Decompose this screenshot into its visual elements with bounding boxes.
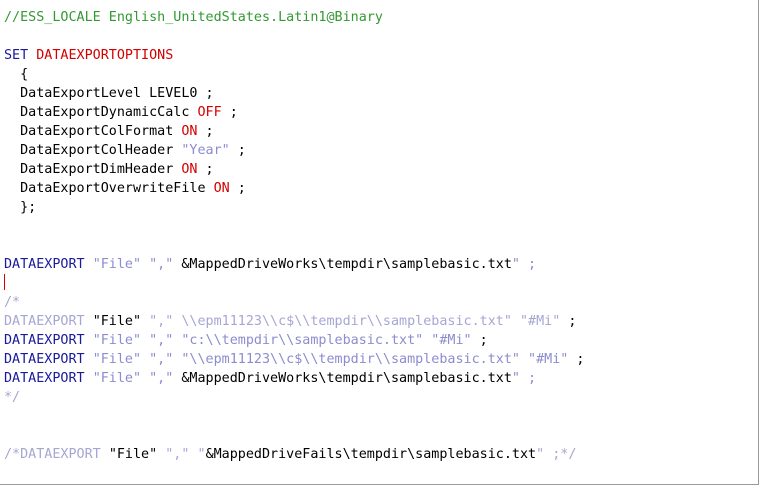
code-token: ; xyxy=(229,181,246,196)
code-token: ; xyxy=(197,162,214,177)
code-token: "File" "," "\\epm11123\\c$\\tempdir\\sam… xyxy=(92,352,569,367)
code-line[interactable]: //ESS_LOCALE English_UnitedStates.Latin1… xyxy=(4,8,758,27)
code-line[interactable]: DATAEXPORT "File" "," \\epm11123\\c$\\te… xyxy=(4,312,758,331)
code-token: ; xyxy=(560,314,577,329)
code-token: DataExportColHeader xyxy=(4,143,182,158)
code-token: }; xyxy=(4,200,37,215)
code-line[interactable]: DataExportLevel LEVEL0 ; xyxy=(4,84,758,103)
code-token: "," " xyxy=(157,447,206,462)
code-token: DataExportDimHeader xyxy=(4,162,182,177)
code-line[interactable]: DataExportColHeader "Year" ; xyxy=(4,141,758,160)
code-token: DataExportColFormat xyxy=(4,124,182,139)
code-token: DATAEXPORT xyxy=(4,371,93,386)
code-token: ; xyxy=(471,333,488,348)
code-line[interactable]: DataExportDimHeader ON ; xyxy=(4,160,758,179)
code-line[interactable]: DATAEXPORT "File" "," "\\epm11123\\c$\\t… xyxy=(4,350,758,369)
code-token: */ xyxy=(4,390,21,405)
code-line[interactable]: DataExportDynamicCalc OFF ; xyxy=(4,103,758,122)
code-token: OFF xyxy=(197,105,222,120)
code-token: DataExportLevel LEVEL0 ; xyxy=(4,86,214,101)
code-line[interactable] xyxy=(4,426,758,445)
code-line[interactable]: DATAEXPORT "File" "," &MappedDriveWorks\… xyxy=(4,255,758,274)
code-line[interactable] xyxy=(4,217,758,236)
code-token: /*DATAEXPORT xyxy=(4,447,109,462)
code-token: /* xyxy=(4,295,21,310)
code-token: " ;*/ xyxy=(536,447,577,462)
code-line[interactable]: /* xyxy=(4,293,758,312)
code-editor[interactable]: //ESS_LOCALE English_UnitedStates.Latin1… xyxy=(0,0,759,485)
code-line[interactable]: DataExportColFormat ON ; xyxy=(4,122,758,141)
code-token: ; xyxy=(197,124,214,139)
code-token: &MappedDriveWorks\tempdir\samplebasic.tx… xyxy=(173,371,512,386)
code-line[interactable]: }; xyxy=(4,198,758,217)
code-token: DataExportOverwriteFile xyxy=(4,181,214,196)
code-token: ; xyxy=(229,143,246,158)
code-token: DATAEXPORT xyxy=(4,352,93,367)
code-line[interactable]: DataExportOverwriteFile ON ; xyxy=(4,179,758,198)
code-token: "File" "," xyxy=(92,257,174,272)
code-token: DATAEXPORT xyxy=(4,257,93,272)
code-line[interactable]: SET DATAEXPORTOPTIONS xyxy=(4,46,758,65)
code-token: &MappedDriveWorks\tempdir\samplebasic.tx… xyxy=(173,257,512,272)
code-line[interactable]: /*DATAEXPORT "File" "," "&MappedDriveFai… xyxy=(4,445,758,464)
code-token: DATAEXPORT xyxy=(4,314,93,329)
code-token: DATAEXPORT xyxy=(4,333,93,348)
code-line[interactable]: DATAEXPORT "File" "," "c:\\tempdir\\samp… xyxy=(4,331,758,350)
code-token: ; xyxy=(221,105,238,120)
code-line[interactable]: { xyxy=(4,65,758,84)
code-line[interactable]: DATAEXPORT "File" "," &MappedDriveWorks\… xyxy=(4,369,758,388)
code-token: SET xyxy=(4,48,37,63)
code-text-area[interactable]: //ESS_LOCALE English_UnitedStates.Latin1… xyxy=(4,8,758,464)
code-line[interactable] xyxy=(4,274,758,293)
code-token: DATAEXPORTOPTIONS xyxy=(36,48,174,63)
code-token: "," \\epm11123\\c$\\tempdir\\samplebasic… xyxy=(141,314,561,329)
code-token: &MappedDriveFails\tempdir\samplebasic.tx… xyxy=(205,447,537,462)
code-token: ON xyxy=(181,162,198,177)
code-token: "File" xyxy=(92,314,142,329)
code-token: " ; xyxy=(511,371,537,386)
code-token: "File" xyxy=(108,447,158,462)
code-token: " ; xyxy=(511,257,537,272)
code-token: "File" "," "c:\\tempdir\\samplebasic.txt… xyxy=(92,333,472,348)
code-token: "Year" xyxy=(181,143,230,158)
code-token: { xyxy=(4,67,29,82)
code-token: ON xyxy=(213,181,230,196)
code-token: ON xyxy=(181,124,198,139)
code-token: //ESS_LOCALE English_UnitedStates.Latin1… xyxy=(4,10,383,25)
text-caret xyxy=(4,274,5,290)
code-token: DataExportDynamicCalc xyxy=(4,105,198,120)
code-line[interactable]: */ xyxy=(4,388,758,407)
code-line[interactable] xyxy=(4,236,758,255)
code-token: "File" "," xyxy=(92,371,174,386)
code-token: ; xyxy=(568,352,585,367)
code-line[interactable] xyxy=(4,27,758,46)
code-line[interactable] xyxy=(4,407,758,426)
